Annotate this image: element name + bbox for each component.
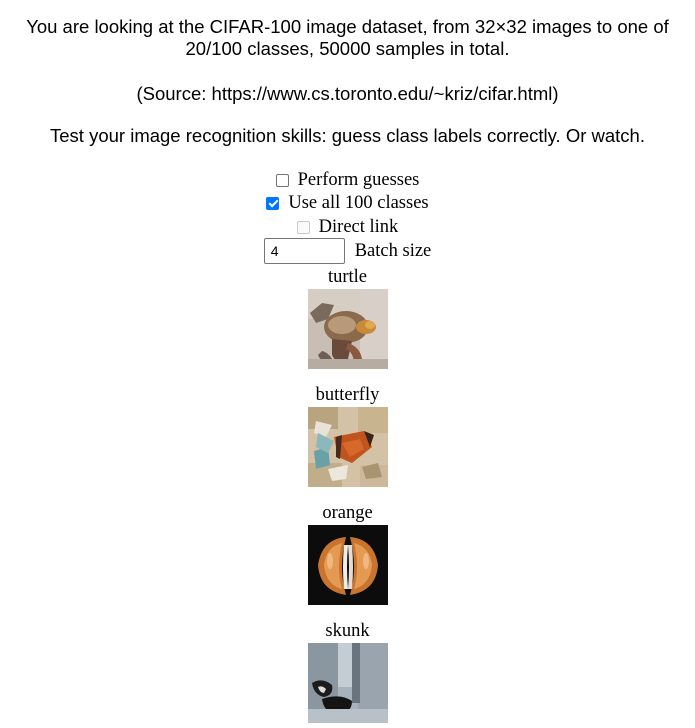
orange-image [307, 525, 388, 605]
sample-card: skunk [0, 620, 695, 723]
batch-size-input[interactable] [263, 238, 345, 264]
intro-prompt: Test your image recognition skills: gues… [50, 125, 645, 146]
batch-size-label: Batch size [354, 241, 432, 261]
sample-card: turtle [0, 266, 695, 369]
sample-label: turtle [327, 267, 368, 287]
perform-guesses-option[interactable]: Perform guesses [0, 169, 695, 191]
batch-size-control[interactable]: Batch size [0, 238, 695, 264]
skunk-image [307, 643, 388, 723]
source-note: (Source: https://www.cs.toronto.edu/~kri… [136, 83, 559, 104]
butterfly-image [307, 407, 388, 487]
use-all-classes-checkbox[interactable] [266, 196, 280, 210]
perform-guesses-checkbox[interactable] [275, 173, 289, 187]
sample-label: skunk [325, 621, 370, 641]
direct-link-option: Direct link [0, 216, 695, 238]
sample-card: butterfly [0, 384, 695, 487]
intro-description: You are looking at the CIFAR-100 image d… [26, 16, 669, 59]
sample-label: butterfly [315, 385, 380, 405]
use-all-classes-option[interactable]: Use all 100 classes [0, 192, 695, 214]
direct-link-checkbox [296, 220, 310, 234]
perform-guesses-label[interactable]: Perform guesses [298, 169, 420, 191]
sample-label: orange [322, 503, 373, 523]
turtle-image [307, 289, 388, 369]
sample-card: orange [0, 502, 695, 605]
use-all-classes-label[interactable]: Use all 100 classes [288, 192, 428, 214]
direct-link-label: Direct link [318, 217, 399, 237]
